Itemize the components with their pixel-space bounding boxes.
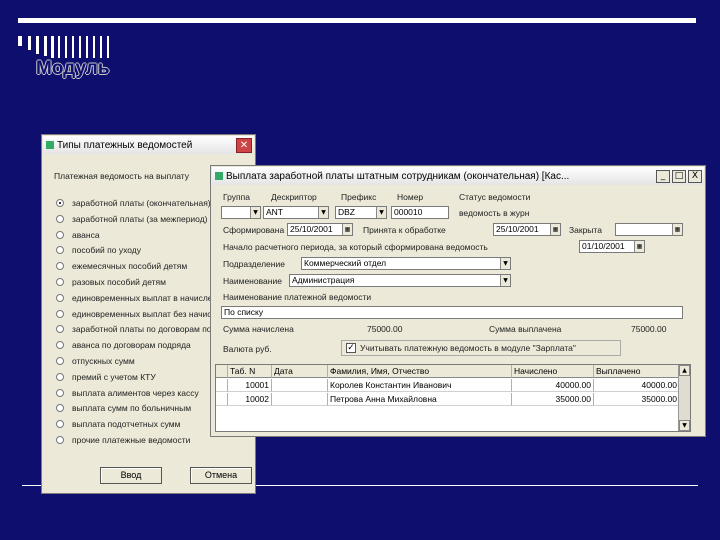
top-stripe (18, 18, 696, 23)
row-marker (216, 393, 228, 406)
group-field[interactable]: ▼ (221, 206, 261, 219)
col-date-header[interactable]: Дата (272, 365, 328, 378)
prefix-field[interactable]: DBZ ▼ (335, 206, 387, 219)
currency-label: Валюта руб. (223, 344, 272, 354)
chevron-down-icon[interactable]: ▼ (250, 207, 260, 218)
group-label: Платежная ведомость на выплату (54, 171, 190, 181)
number-header: Номер (397, 192, 424, 202)
closed-field[interactable]: ▦ (615, 223, 683, 236)
accepted-label: Принята к обработке (363, 225, 446, 235)
chevron-down-icon[interactable]: ▼ (500, 258, 510, 269)
option-radio[interactable] (56, 278, 64, 286)
cell-accrued[interactable]: 35000.00 (512, 393, 594, 406)
status-header: Статус ведомости (459, 192, 531, 202)
cell-tab[interactable]: 10001 (228, 379, 272, 392)
option-radio[interactable] (56, 404, 64, 413)
cell-date[interactable] (272, 393, 328, 406)
maximize-button[interactable]: □ (672, 169, 686, 183)
cell-paid[interactable]: 40000.00 (594, 379, 680, 392)
paid-value: 75000.00 (631, 324, 667, 334)
slide-title: Модуль (36, 58, 110, 79)
option-radio[interactable] (56, 246, 64, 255)
option-radio[interactable] (56, 325, 64, 334)
sheet-name-label: Наименование платежной ведомости (223, 292, 372, 302)
cell-paid[interactable]: 35000.00 (594, 393, 680, 406)
chevron-down-icon[interactable]: ▼ (318, 207, 328, 218)
option-radio[interactable] (56, 341, 64, 350)
division-field[interactable]: Коммерческий отдел ▼ (301, 257, 511, 270)
calendar-icon[interactable]: ▦ (342, 224, 352, 235)
accepted-date-field[interactable]: 25/10/2001 ▦ (493, 223, 561, 236)
chevron-down-icon[interactable]: ▼ (500, 275, 510, 286)
calendar-icon[interactable]: ▦ (550, 224, 560, 235)
consider-checkbox-group: ✓ Учитывать платежную ведомость в модуле… (341, 340, 621, 356)
col-paid-header[interactable]: Выплачено (594, 365, 680, 378)
cancel-button[interactable]: Отмена (190, 467, 252, 484)
status-value: ведомость в журн (459, 208, 530, 218)
types-dialog-title: Типы платежных ведомостей (57, 139, 193, 151)
option-radio[interactable] (56, 262, 64, 271)
cell-accrued[interactable]: 40000.00 (512, 379, 594, 392)
chevron-down-icon[interactable]: ▼ (376, 207, 386, 218)
option-radio[interactable] (56, 388, 64, 397)
cell-date[interactable] (272, 379, 328, 392)
number-field[interactable]: 000010 (391, 206, 449, 219)
descriptor-header: Дескриптор (271, 192, 317, 202)
option-radio[interactable] (56, 199, 64, 207)
option-radio[interactable] (56, 436, 64, 444)
processed-label: Сформирована (223, 225, 285, 235)
comb-decoration (18, 36, 128, 58)
app-icon (215, 172, 223, 180)
prefix-header: Префикс (341, 192, 377, 202)
pay-window-title: Выплата заработной платы штатным сотрудн… (226, 170, 570, 182)
option-radio[interactable] (56, 214, 64, 223)
option-radio[interactable] (56, 372, 64, 381)
option-radio[interactable] (56, 230, 64, 239)
accrued-label: Сумма начислена (223, 324, 294, 334)
name-label: Наименование (223, 276, 282, 286)
period-label: Начало расчетного периода, за который сф… (223, 242, 488, 252)
option-radio[interactable] (56, 357, 64, 365)
pay-window: Выплата заработной платы штатным сотрудн… (210, 165, 706, 437)
app-icon (46, 141, 54, 149)
closed-label: Закрыта (569, 225, 602, 235)
option-radio[interactable] (56, 420, 64, 429)
sheet-name-field[interactable]: По списку (221, 306, 683, 319)
name-field[interactable]: Администрация ▼ (289, 274, 511, 287)
descriptor-field[interactable]: ANT ▼ (263, 206, 329, 219)
col-accrued-header[interactable]: Начислено (512, 365, 594, 378)
employees-table: Таб. N Дата Фамилия, Имя, Отчество Начис… (215, 364, 691, 432)
minimize-button[interactable]: _ (656, 169, 670, 183)
paid-label: Сумма выплачена (489, 324, 562, 334)
pay-window-titlebar[interactable]: Выплата заработной платы штатным сотрудн… (212, 167, 704, 185)
cell-name[interactable]: Королев Константин Иванович (328, 379, 512, 392)
scroll-up-icon[interactable]: ▲ (679, 365, 690, 376)
consider-label: Учитывать платежную ведомость в модуле "… (360, 343, 576, 353)
cell-name[interactable]: Петрова Анна Михайловна (328, 393, 512, 406)
processed-date-field[interactable]: 25/10/2001 ▦ (287, 223, 353, 236)
col-name-header[interactable]: Фамилия, Имя, Отчество (328, 365, 512, 378)
period-date-field[interactable]: 01/10/2001 ▦ (579, 240, 645, 253)
row-marker (216, 379, 228, 392)
cell-tab[interactable]: 10002 (228, 393, 272, 406)
ok-button[interactable]: Ввод (100, 467, 162, 484)
table-scrollbar[interactable]: ▲ ▼ (678, 365, 690, 431)
group-header: Группа (223, 192, 250, 202)
col-tab-header[interactable]: Таб. N (228, 365, 272, 378)
division-label: Подразделение (223, 259, 285, 269)
close-button[interactable]: X (688, 169, 702, 183)
types-dialog-titlebar[interactable]: Типы платежных ведомостей ✕ (43, 136, 254, 154)
consider-checkbox[interactable]: ✓ (346, 343, 356, 353)
calendar-icon[interactable]: ▦ (672, 224, 682, 235)
option-radio[interactable] (56, 309, 64, 318)
option-radio[interactable] (56, 293, 64, 302)
scroll-down-icon[interactable]: ▼ (679, 420, 690, 431)
row-marker-header (216, 365, 228, 378)
calendar-icon[interactable]: ▦ (634, 241, 644, 252)
accrued-value: 75000.00 (367, 324, 403, 334)
close-icon[interactable]: ✕ (236, 137, 252, 153)
